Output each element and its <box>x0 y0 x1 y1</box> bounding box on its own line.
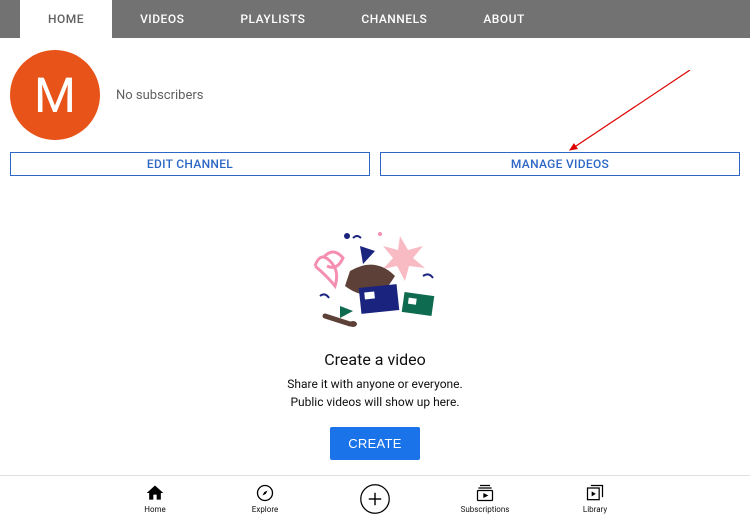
channel-avatar[interactable]: M <box>10 50 100 140</box>
nav-home[interactable]: Home <box>125 483 185 514</box>
nav-subscriptions-label: Subscriptions <box>461 505 510 514</box>
nav-library-label: Library <box>583 505 607 514</box>
empty-state-line1: Share it with anyone or everyone. <box>0 375 750 393</box>
channel-tab-bar: HOME VIDEOS PLAYLISTS CHANNELS ABOUT <box>0 0 750 38</box>
tab-playlists[interactable]: PLAYLISTS <box>212 0 333 38</box>
tab-about[interactable]: ABOUT <box>455 0 552 38</box>
compass-icon <box>255 483 275 503</box>
nav-explore[interactable]: Explore <box>235 483 295 514</box>
create-button[interactable]: CREATE <box>330 427 420 460</box>
tab-channels[interactable]: CHANNELS <box>333 0 455 38</box>
edit-channel-button[interactable]: EDIT CHANNEL <box>10 152 370 176</box>
plus-circle-icon <box>359 483 391 515</box>
nav-home-label: Home <box>144 505 166 514</box>
nav-explore-label: Explore <box>252 505 278 514</box>
channel-action-row: EDIT CHANNEL MANAGE VIDEOS <box>0 152 750 176</box>
home-icon <box>145 483 165 503</box>
empty-state: Create a video Share it with anyone or e… <box>0 216 750 460</box>
nav-subscriptions[interactable]: Subscriptions <box>455 483 515 514</box>
subscriber-count: No subscribers <box>116 88 203 103</box>
profile-header: M No subscribers <box>0 38 750 152</box>
tab-videos[interactable]: VIDEOS <box>112 0 212 38</box>
nav-create[interactable] <box>345 483 405 515</box>
empty-state-line2: Public videos will show up here. <box>0 393 750 411</box>
empty-state-title: Create a video <box>0 350 750 369</box>
library-icon <box>585 483 605 503</box>
subscriptions-icon <box>475 483 495 503</box>
tab-home[interactable]: HOME <box>20 0 112 38</box>
create-video-illustration <box>305 216 445 336</box>
manage-videos-button[interactable]: MANAGE VIDEOS <box>380 152 740 176</box>
nav-library[interactable]: Library <box>565 483 625 514</box>
bottom-navigation: Home Explore Subscriptions Library <box>0 475 750 521</box>
